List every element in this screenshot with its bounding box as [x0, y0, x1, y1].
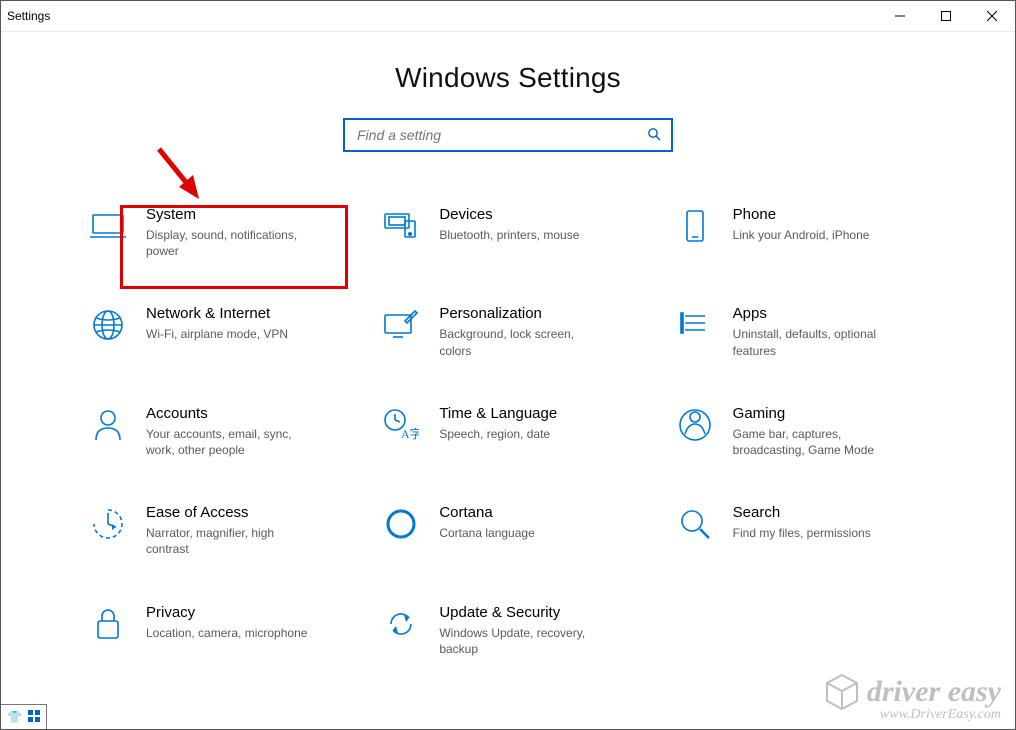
tray-shirt-icon: 👕: [7, 710, 22, 724]
system-icon: [88, 206, 128, 246]
tile-title: Cortana: [439, 504, 534, 522]
search-box[interactable]: [343, 118, 673, 152]
tile-title: Search: [733, 504, 871, 522]
tile-apps[interactable]: Apps Uninstall, defaults, optional featu…: [675, 305, 928, 358]
search-tile-icon: [675, 504, 715, 544]
tile-desc: Find my files, permissions: [733, 525, 871, 541]
titlebar: Settings: [1, 1, 1015, 32]
tile-title: Privacy: [146, 604, 307, 622]
minimize-icon: [895, 11, 905, 21]
watermark-cube-icon: [825, 673, 859, 711]
tile-personalization[interactable]: Personalization Background, lock screen,…: [381, 305, 634, 358]
tile-accounts[interactable]: Accounts Your accounts, email, sync, wor…: [88, 405, 341, 458]
tile-desc: Bluetooth, printers, mouse: [439, 227, 579, 243]
tile-cortana[interactable]: Cortana Cortana language: [381, 504, 634, 557]
tile-phone[interactable]: Phone Link your Android, iPhone: [675, 206, 928, 259]
network-icon: [88, 305, 128, 345]
tile-desc: Speech, region, date: [439, 426, 557, 442]
tile-desc: Windows Update, recovery, backup: [439, 625, 609, 657]
privacy-icon: [88, 604, 128, 644]
tile-title: Apps: [733, 305, 903, 323]
watermark: driver easy www.DriverEasy.com: [825, 673, 1001, 723]
tile-desc: Uninstall, defaults, optional features: [733, 326, 903, 358]
tile-title: Personalization: [439, 305, 609, 323]
personalization-icon: [381, 305, 421, 345]
tile-desc: Narrator, magnifier, high contrast: [146, 525, 316, 557]
tile-title: Ease of Access: [146, 504, 316, 522]
search-icon: [647, 127, 661, 144]
watermark-url: www.DriverEasy.com: [825, 707, 1001, 723]
taskbar-tray: 👕: [1, 704, 47, 729]
tile-title: Time & Language: [439, 405, 557, 423]
tile-title: Network & Internet: [146, 305, 288, 323]
tile-desc: Your accounts, email, sync, work, other …: [146, 426, 316, 458]
watermark-brand: driver easy: [867, 675, 1001, 709]
update-security-icon: [381, 604, 421, 644]
tile-desc: Wi-Fi, airplane mode, VPN: [146, 326, 288, 342]
settings-grid: System Display, sound, notifications, po…: [88, 206, 928, 657]
apps-icon: [675, 305, 715, 345]
close-icon: [987, 11, 997, 21]
tile-title: Phone: [733, 206, 870, 224]
tile-update-security[interactable]: Update & Security Windows Update, recove…: [381, 604, 634, 657]
tile-title: Devices: [439, 206, 579, 224]
tile-desc: Cortana language: [439, 525, 534, 541]
tile-desc: Background, lock screen, colors: [439, 326, 609, 358]
tile-gaming[interactable]: Gaming Game bar, captures, broadcasting,…: [675, 405, 928, 458]
tile-desc: Display, sound, notifications, power: [146, 227, 316, 259]
annotation-arrow-icon: [151, 143, 211, 213]
search-input[interactable]: [355, 126, 647, 144]
close-button[interactable]: [969, 1, 1015, 31]
tile-desc: Game bar, captures, broadcasting, Game M…: [733, 426, 903, 458]
maximize-icon: [941, 11, 951, 21]
tile-title: Accounts: [146, 405, 316, 423]
svg-text:A字: A字: [401, 426, 419, 441]
tile-title: Gaming: [733, 405, 903, 423]
gaming-icon: [675, 405, 715, 445]
ease-of-access-icon: [88, 504, 128, 544]
tile-desc: Link your Android, iPhone: [733, 227, 870, 243]
tile-system[interactable]: System Display, sound, notifications, po…: [88, 206, 341, 259]
tile-ease-of-access[interactable]: Ease of Access Narrator, magnifier, high…: [88, 504, 341, 557]
window-title: Settings: [7, 9, 50, 23]
accounts-icon: [88, 405, 128, 445]
tile-title: Update & Security: [439, 604, 609, 622]
time-language-icon: A字: [381, 405, 421, 445]
window-controls: [877, 1, 1015, 31]
minimize-button[interactable]: [877, 1, 923, 31]
page-title: Windows Settings: [1, 62, 1015, 94]
tile-search[interactable]: Search Find my files, permissions: [675, 504, 928, 557]
tile-time-language[interactable]: A字 Time & Language Speech, region, date: [381, 405, 634, 458]
tile-desc: Location, camera, microphone: [146, 625, 307, 641]
tile-privacy[interactable]: Privacy Location, camera, microphone: [88, 604, 341, 657]
tile-network[interactable]: Network & Internet Wi-Fi, airplane mode,…: [88, 305, 341, 358]
phone-icon: [675, 206, 715, 246]
tile-devices[interactable]: Devices Bluetooth, printers, mouse: [381, 206, 634, 259]
cortana-icon: [381, 504, 421, 544]
tray-grid-icon: [28, 710, 40, 725]
tile-title: System: [146, 206, 316, 224]
devices-icon: [381, 206, 421, 246]
maximize-button[interactable]: [923, 1, 969, 31]
